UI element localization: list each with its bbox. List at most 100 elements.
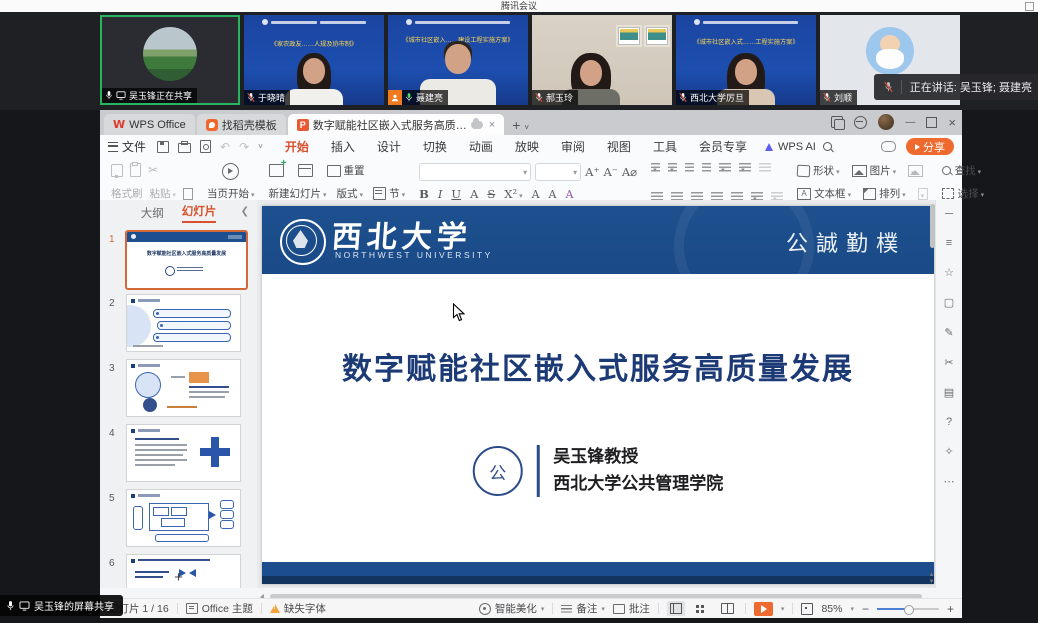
cloud-status-icon[interactable] <box>881 141 896 152</box>
textbox-button[interactable]: A文本框 <box>797 186 851 201</box>
reading-view-button[interactable] <box>719 601 737 616</box>
comments-button[interactable]: 批注 <box>613 601 650 616</box>
quickbar-chevron-icon[interactable]: ˅ <box>258 142 263 151</box>
play-from-current-button[interactable]: 当页开始 <box>207 186 255 201</box>
character-shading-button[interactable]: A <box>470 187 478 201</box>
more-icon[interactable]: ⋯ <box>944 475 955 488</box>
text-effect-button[interactable]: A <box>566 188 574 201</box>
tab-document-active[interactable]: P 数字赋能社区嵌入式服务高质… × <box>288 114 504 135</box>
arrange-button[interactable]: 排列 <box>863 186 906 201</box>
zoom-slider[interactable] <box>877 608 939 610</box>
underline-button[interactable]: U <box>451 187 461 201</box>
cut-icon[interactable]: ✂ <box>148 164 158 176</box>
menu-tab-insert[interactable]: 插入 <box>320 135 366 158</box>
fit-slide-icon[interactable] <box>801 603 813 615</box>
media-icon[interactable] <box>908 165 923 177</box>
participant-tile-niejianliang[interactable]: 《城市社区嵌入……建设工程实施方案》 聂建亮 <box>388 15 528 105</box>
new-tab-button[interactable]: + <box>512 117 520 133</box>
duplicate-icon[interactable]: ▢ <box>944 296 954 309</box>
media-pane-icon[interactable]: ▤ <box>944 386 954 399</box>
favorites-icon[interactable]: ☆ <box>944 266 954 279</box>
missing-font-warning[interactable]: 缺失字体 <box>270 601 326 616</box>
menu-tab-review[interactable]: 审阅 <box>550 135 596 158</box>
highlight-button[interactable]: A <box>549 188 557 201</box>
zoom-chevron-icon[interactable]: ▾ <box>850 605 854 613</box>
redo-icon[interactable]: ↷ <box>239 140 249 154</box>
format-painter-icon[interactable] <box>111 164 123 177</box>
cloud-sync-icon[interactable] <box>471 121 483 129</box>
slide-master-icon[interactable] <box>918 188 928 200</box>
slide-thumbnail-5[interactable] <box>126 489 241 547</box>
picture-button[interactable]: 图片 <box>852 163 897 178</box>
menu-tab-slideshow[interactable]: 放映 <box>504 135 550 158</box>
slide-canvas[interactable]: 西北大学 NORTHWEST UNIVERSITY 公誠勤樸 数字赋能社区嵌入式… <box>257 200 936 588</box>
save-icon[interactable] <box>157 141 169 153</box>
superscript-button[interactable]: X² <box>504 187 522 201</box>
workspace-icon[interactable] <box>831 116 843 128</box>
file-menu[interactable]: 文件 <box>108 138 146 155</box>
slide-thumbnail-4[interactable] <box>126 424 241 482</box>
decrease-font-icon[interactable]: A⁻ <box>603 165 617 179</box>
bullets-icon[interactable] <box>651 163 660 172</box>
increase-font-icon[interactable]: A⁺ <box>585 165 599 179</box>
font-size-select[interactable]: ▾ <box>535 163 581 181</box>
properties-icon[interactable]: ≡ <box>946 237 952 249</box>
animation-pane-icon[interactable]: ✧ <box>944 445 953 458</box>
menu-tab-view[interactable]: 视图 <box>596 135 642 158</box>
decrease-indent-icon[interactable] <box>685 163 694 172</box>
clear-format-icon[interactable]: A⌀ <box>622 165 637 179</box>
reset-button[interactable]: 重置 <box>327 163 365 178</box>
slideshow-play-button[interactable] <box>754 602 773 616</box>
paste-button[interactable]: 粘贴 <box>150 186 177 201</box>
undo-icon[interactable]: ↶ <box>220 140 230 154</box>
participant-tile-lidan[interactable]: 《城市社区嵌入式……工程实施方案》 西北大学厉旦 <box>676 15 816 105</box>
menu-tab-home[interactable]: 开始 <box>274 135 320 158</box>
shapes-button[interactable]: 形状 <box>797 163 840 178</box>
slide-thumbnail-2[interactable] <box>126 294 241 352</box>
theme-button[interactable]: Office 主题 <box>186 601 253 616</box>
panel-collapse-icon[interactable]: ❮ <box>241 206 249 217</box>
participant-tile-wuyufeng[interactable]: 吴玉锋正在共享 <box>100 15 240 105</box>
font-color-button[interactable]: A <box>532 188 540 201</box>
close-button[interactable] <box>948 115 956 130</box>
new-slide-button[interactable]: 新建幻灯片 <box>269 186 327 201</box>
wps-ai-entry[interactable]: WPS AI <box>765 141 816 153</box>
paste-icon[interactable] <box>130 163 141 177</box>
italic-button[interactable]: I <box>438 187 443 201</box>
increase-indent-icon[interactable] <box>702 163 711 172</box>
slide-sorter-button[interactable] <box>693 601 711 616</box>
collapse-icon[interactable]: ─ <box>945 208 953 220</box>
bold-button[interactable]: B <box>419 187 429 201</box>
text-direction-icon[interactable] <box>719 163 731 172</box>
numbering-icon[interactable] <box>668 163 677 172</box>
globe-icon[interactable] <box>854 116 867 129</box>
strikethrough-button[interactable]: S <box>487 187 495 201</box>
line-spacing-icon[interactable] <box>739 163 751 172</box>
user-avatar[interactable] <box>878 114 894 130</box>
slide-thumbnail-1[interactable]: 数字赋能社区嵌入式服务高质量发展 <box>125 230 248 290</box>
share-button[interactable]: 分享 <box>906 138 954 155</box>
slide-thumbnail-3[interactable] <box>126 359 241 417</box>
menu-tab-tools[interactable]: 工具 <box>642 135 688 158</box>
print-icon[interactable] <box>178 143 191 153</box>
screen-share-pill[interactable]: 吴玉锋的屏幕共享 <box>0 595 123 616</box>
slide[interactable]: 西北大学 NORTHWEST UNIVERSITY 公誠勤樸 数字赋能社区嵌入式… <box>262 206 934 584</box>
tab-outline[interactable]: 大纲 <box>141 205 164 221</box>
play-options-chevron-icon[interactable]: ▾ <box>781 605 785 613</box>
find-button[interactable]: 查找 <box>942 163 985 178</box>
zoom-slider-knob[interactable] <box>904 605 914 615</box>
print-preview-icon[interactable] <box>200 140 211 153</box>
layout-button[interactable]: 版式 <box>337 186 364 201</box>
minimize-button[interactable] <box>905 116 915 128</box>
search-icon[interactable] <box>823 142 832 151</box>
menu-tab-transition[interactable]: 切换 <box>412 135 458 158</box>
section-button[interactable]: 节 <box>373 186 405 201</box>
help-icon[interactable]: ? <box>946 416 952 428</box>
zoom-out-button[interactable] <box>862 602 869 616</box>
smart-beautify-button[interactable]: 智能美化▾ <box>479 601 545 616</box>
tab-wps-home[interactable]: W WPS Office <box>104 114 195 135</box>
layout-icon[interactable] <box>298 164 313 177</box>
format-painter-button[interactable]: 格式刷 <box>111 186 143 201</box>
add-slide-button[interactable]: + <box>100 570 257 586</box>
zoom-in-button[interactable] <box>947 602 954 616</box>
